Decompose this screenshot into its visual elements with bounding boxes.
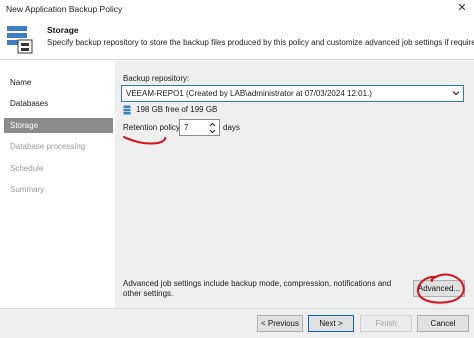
- finish-button: Finish: [360, 315, 412, 332]
- repository-select[interactable]: VEEAM-REPO1 (Created by LAB\administrato…: [121, 85, 464, 102]
- step-label: Summary: [10, 185, 45, 194]
- storage-icon: [7, 26, 33, 54]
- repository-label: Backup repository:: [123, 74, 190, 83]
- next-button[interactable]: Next >: [308, 315, 354, 332]
- retention-value: 7: [184, 123, 189, 132]
- close-icon[interactable]: ✕: [454, 1, 470, 16]
- page-title: Storage: [47, 25, 79, 35]
- advanced-description: Advanced job settings include backup mod…: [123, 279, 392, 298]
- step-summary: Summary: [4, 182, 113, 197]
- wizard-header: Storage Specify backup repository to sto…: [0, 18, 474, 60]
- free-space-text: 198 GB free of 199 GB: [136, 105, 218, 114]
- step-label: Database processing: [10, 142, 86, 151]
- wizard-footer: < Previous Next > Finish Cancel: [0, 308, 474, 338]
- wizard-steps: Name Databases Storage Database processi…: [0, 61, 115, 308]
- cancel-button[interactable]: Cancel: [417, 315, 469, 332]
- advanced-button[interactable]: Advanced...: [413, 280, 465, 297]
- chevron-down-icon: [452, 91, 460, 96]
- step-storage[interactable]: Storage: [4, 118, 113, 133]
- step-label: Schedule: [10, 164, 44, 173]
- previous-button[interactable]: < Previous: [257, 315, 303, 332]
- step-databases[interactable]: Databases: [4, 96, 113, 111]
- step-label: Name: [10, 78, 32, 87]
- storage-panel: Backup repository: VEEAM-REPO1 (Created …: [115, 61, 474, 308]
- title-bar: New Application Backup Policy ✕: [0, 0, 474, 18]
- step-label: Databases: [10, 99, 49, 108]
- step-database-processing: Database processing: [4, 139, 113, 154]
- database-icon: [123, 105, 131, 115]
- retention-unit: days: [223, 123, 240, 132]
- retention-label: Retention policy:: [123, 123, 183, 132]
- chevron-up-icon[interactable]: [209, 122, 216, 127]
- chevron-down-icon[interactable]: [209, 129, 216, 134]
- window-title: New Application Backup Policy: [6, 4, 123, 14]
- step-label: Storage: [10, 121, 39, 130]
- repository-value: VEEAM-REPO1 (Created by LAB\administrato…: [126, 89, 372, 98]
- step-name[interactable]: Name: [4, 75, 113, 90]
- retention-stepper[interactable]: 7: [179, 119, 220, 136]
- step-schedule: Schedule: [4, 161, 113, 176]
- page-description: Specify backup repository to store the b…: [47, 38, 474, 47]
